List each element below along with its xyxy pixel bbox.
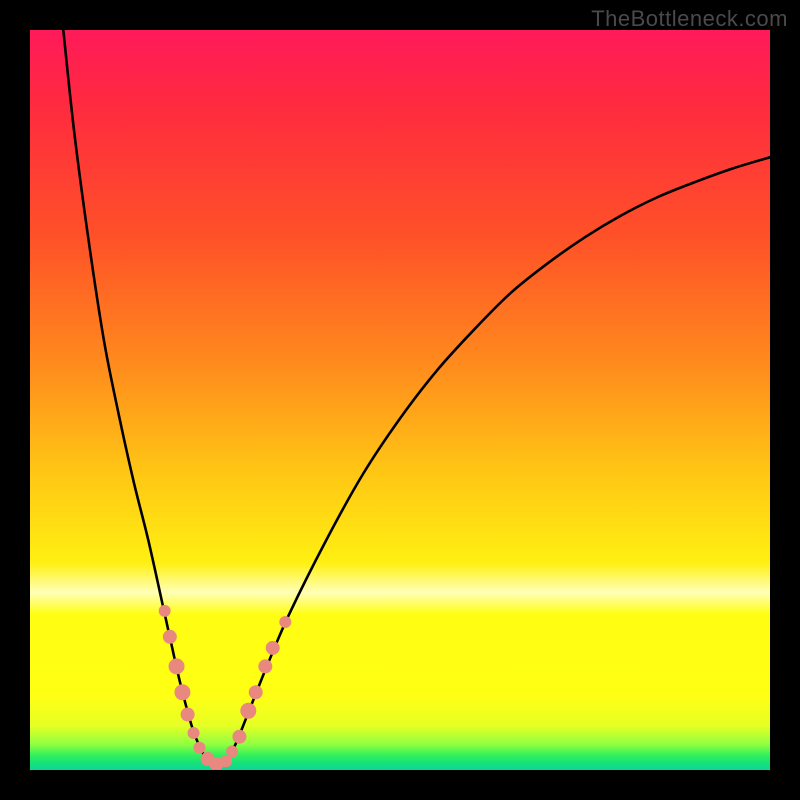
plot-area (30, 30, 770, 770)
highlight-dot (249, 685, 263, 699)
watermark-text: TheBottleneck.com (591, 6, 788, 32)
highlight-dot (258, 659, 272, 673)
highlight-dot (163, 630, 177, 644)
curve-left-branch (63, 30, 215, 766)
highlight-dot (174, 684, 190, 700)
chart-frame: TheBottleneck.com (0, 0, 800, 800)
highlight-dot (232, 730, 246, 744)
highlight-dot (266, 641, 280, 655)
highlight-dot (193, 742, 205, 754)
highlight-dot (181, 708, 195, 722)
highlight-dot (226, 746, 238, 758)
curve-right-branch (215, 157, 770, 765)
highlight-dot (169, 658, 185, 674)
highlight-dots-group (159, 605, 292, 770)
highlight-dot (188, 727, 200, 739)
highlight-dot (279, 616, 291, 628)
highlight-dot (159, 605, 171, 617)
highlight-dot (240, 703, 256, 719)
chart-overlay-svg (30, 30, 770, 770)
